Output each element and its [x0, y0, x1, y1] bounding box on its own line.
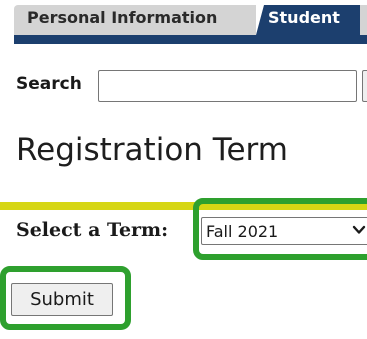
tab-student-label: Student [268, 8, 340, 27]
tab-next-partial[interactable] [360, 5, 367, 35]
search-label: Search [16, 74, 82, 94]
search-input[interactable] [98, 70, 357, 102]
chevron-down-icon [352, 225, 366, 234]
page-title: Registration Term [16, 132, 288, 168]
term-select-value: Fall 2021 [206, 222, 279, 241]
submit-button[interactable]: Submit [11, 283, 113, 316]
tab-personal-information[interactable]: Personal Information [14, 5, 256, 35]
term-select[interactable]: Fall 2021 [201, 217, 367, 245]
tab-student[interactable]: Student [256, 5, 360, 35]
tab-bar-underline [14, 35, 367, 44]
tab-bar: Personal Information Student [0, 0, 367, 44]
tab-personal-information-label: Personal Information [27, 8, 218, 27]
search-go-button[interactable] [362, 70, 367, 102]
select-term-label: Select a Term: [16, 219, 169, 241]
